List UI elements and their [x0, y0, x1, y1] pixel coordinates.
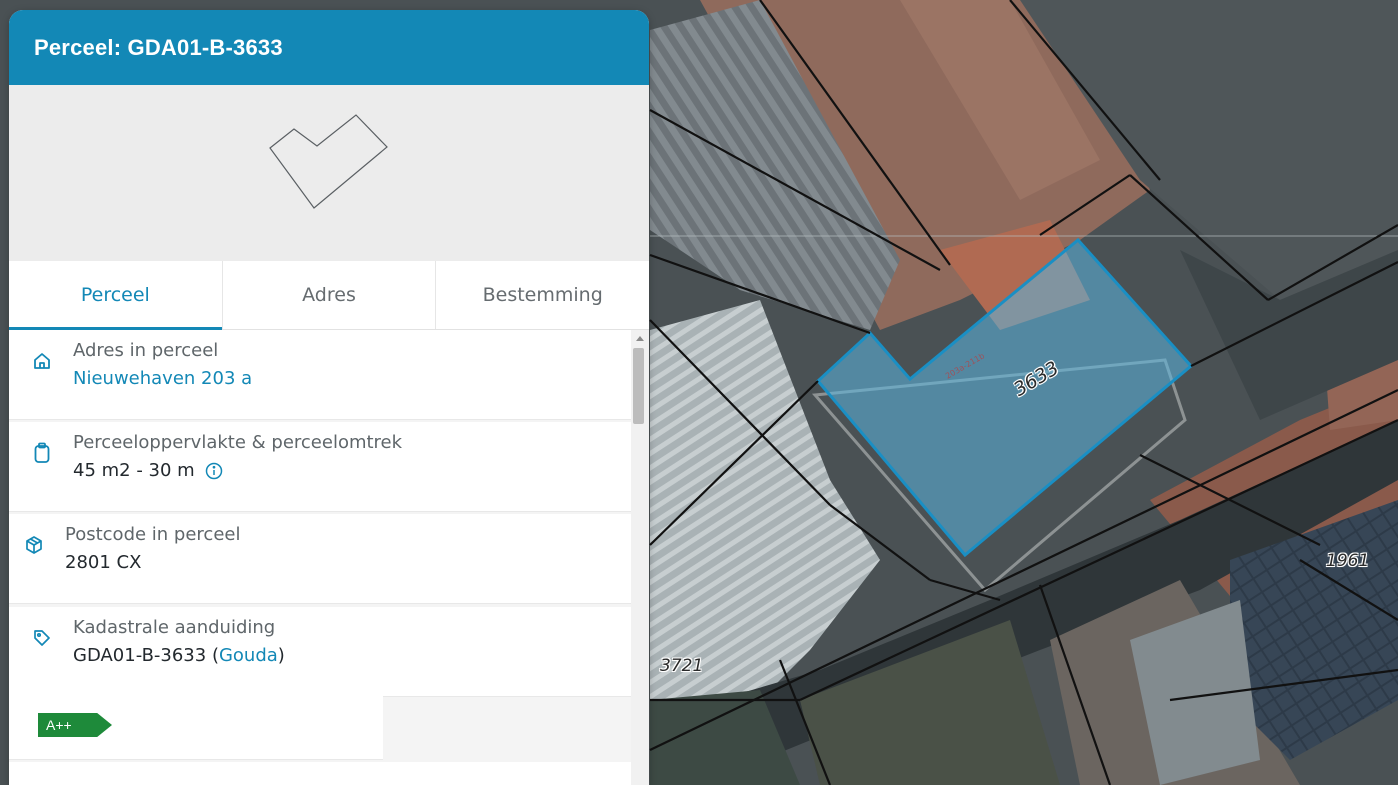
tab-adres[interactable]: Adres: [221, 261, 436, 329]
tab-perceel[interactable]: Perceel: [9, 261, 222, 330]
parcel-number-right: 1961: [1326, 551, 1370, 571]
area-value: 45 m2 - 30 m: [73, 456, 402, 486]
postcode-label: Postcode in perceel: [65, 524, 241, 545]
scroll-up-arrow-icon[interactable]: [636, 336, 644, 341]
parcel-outline-icon: [269, 114, 388, 209]
card-cadastral: Kadastrale aanduiding GDA01-B-3633 (Goud…: [9, 607, 631, 697]
panel-title: Perceel: GDA01-B-3633: [34, 34, 283, 60]
card-area: Perceeloppervlakte & perceelomtrek 45 m2…: [9, 422, 631, 512]
postcode-value: 2801 CX: [65, 552, 142, 573]
clipboard-icon: [29, 440, 55, 466]
parcel-shape-preview: [9, 85, 649, 261]
area-label: Perceeloppervlakte & perceelomtrek: [73, 432, 403, 453]
panel-scrollbar[interactable]: [631, 330, 649, 785]
card-address: Adres in perceel Nieuwehaven 203 a: [9, 330, 631, 420]
card-postcode: Postcode in perceel 2801 CX: [9, 514, 631, 604]
package-icon: [21, 532, 47, 558]
tab-bestemming[interactable]: Bestemming: [435, 261, 649, 329]
address-link[interactable]: Nieuwehaven 203 a: [73, 364, 252, 394]
tag-icon: [29, 625, 55, 651]
address-label: Adres in perceel: [73, 340, 219, 361]
scroll-thumb[interactable]: [633, 348, 644, 424]
cadastral-value: GDA01-B-3633 (Gouda): [73, 641, 285, 671]
parcel-details-list: Adres in perceel Nieuwehaven 203 a Perce…: [9, 330, 631, 785]
cadastral-label: Kadastrale aanduiding: [73, 617, 276, 638]
info-icon[interactable]: [205, 462, 223, 480]
cadastral-code: GDA01-B-3633 (: [73, 645, 219, 666]
tab-bar: Perceel Adres Bestemming: [9, 261, 649, 330]
parcel-number-left: 3721: [660, 656, 704, 676]
energy-label-badge: A++: [38, 713, 112, 737]
municipality-link[interactable]: Gouda: [219, 641, 278, 671]
panel-header: Perceel: GDA01-B-3633: [9, 10, 649, 85]
card-next: [9, 762, 631, 785]
home-icon: [29, 348, 55, 374]
area-value-text: 45 m2 - 30 m: [73, 460, 195, 481]
cadastral-suffix: ): [277, 645, 285, 666]
parcel-panel: Perceel: GDA01-B-3633 Perceel Adres Best…: [9, 10, 649, 785]
